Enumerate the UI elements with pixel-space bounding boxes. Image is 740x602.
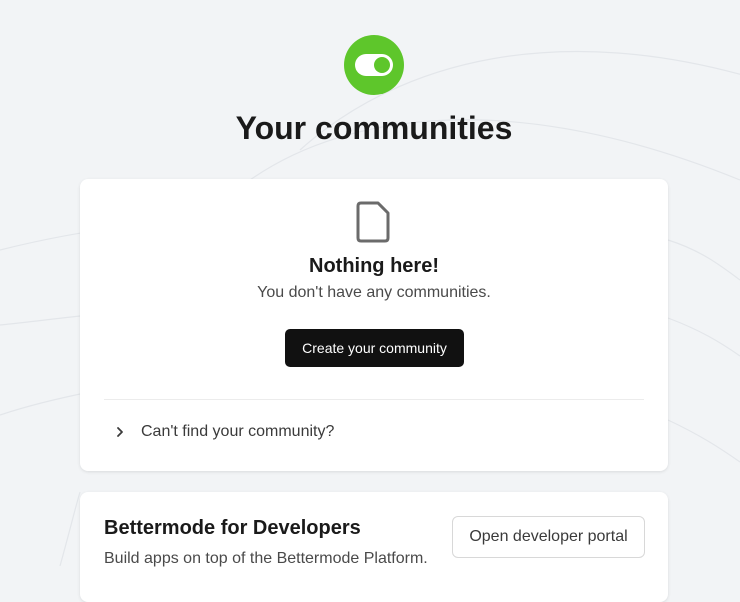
cant-find-community-toggle[interactable]: Can't find your community? [104, 415, 644, 449]
developers-subtitle: Build apps on top of the Bettermode Plat… [104, 550, 428, 567]
chevron-right-icon [117, 427, 123, 437]
page-title: Your communities [235, 110, 513, 146]
open-developer-portal-button[interactable]: Open developer portal [452, 516, 645, 558]
empty-state-message: You don't have any communities. [257, 284, 491, 301]
app-logo [344, 35, 404, 95]
developers-title: Bettermode for Developers [104, 517, 361, 539]
empty-state-title: Nothing here! [309, 255, 439, 277]
divider [104, 399, 644, 400]
cant-find-community-label: Can't find your community? [141, 423, 335, 440]
developers-card: Bettermode for Developers Build apps on … [80, 492, 668, 602]
create-community-button[interactable]: Create your community [285, 329, 464, 367]
toggle-switch-icon [355, 54, 393, 76]
communities-empty-card: Nothing here! You don't have any communi… [80, 179, 668, 471]
document-icon [356, 201, 390, 243]
